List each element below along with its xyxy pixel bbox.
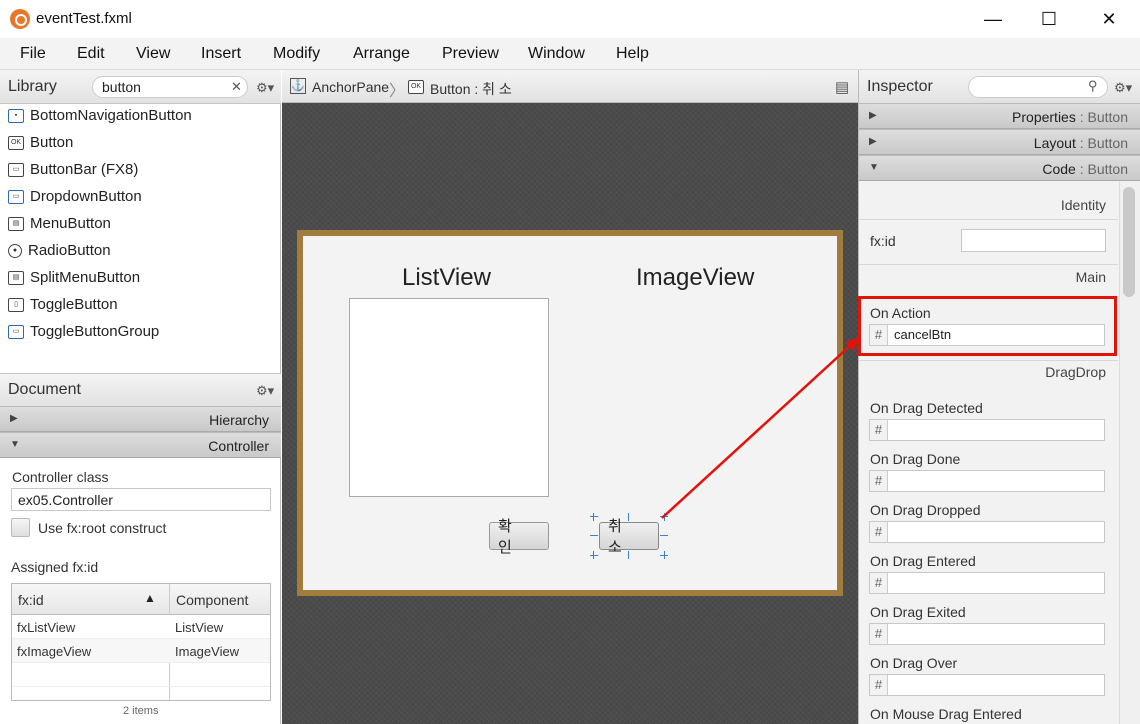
annotation-arrow xyxy=(661,337,860,519)
